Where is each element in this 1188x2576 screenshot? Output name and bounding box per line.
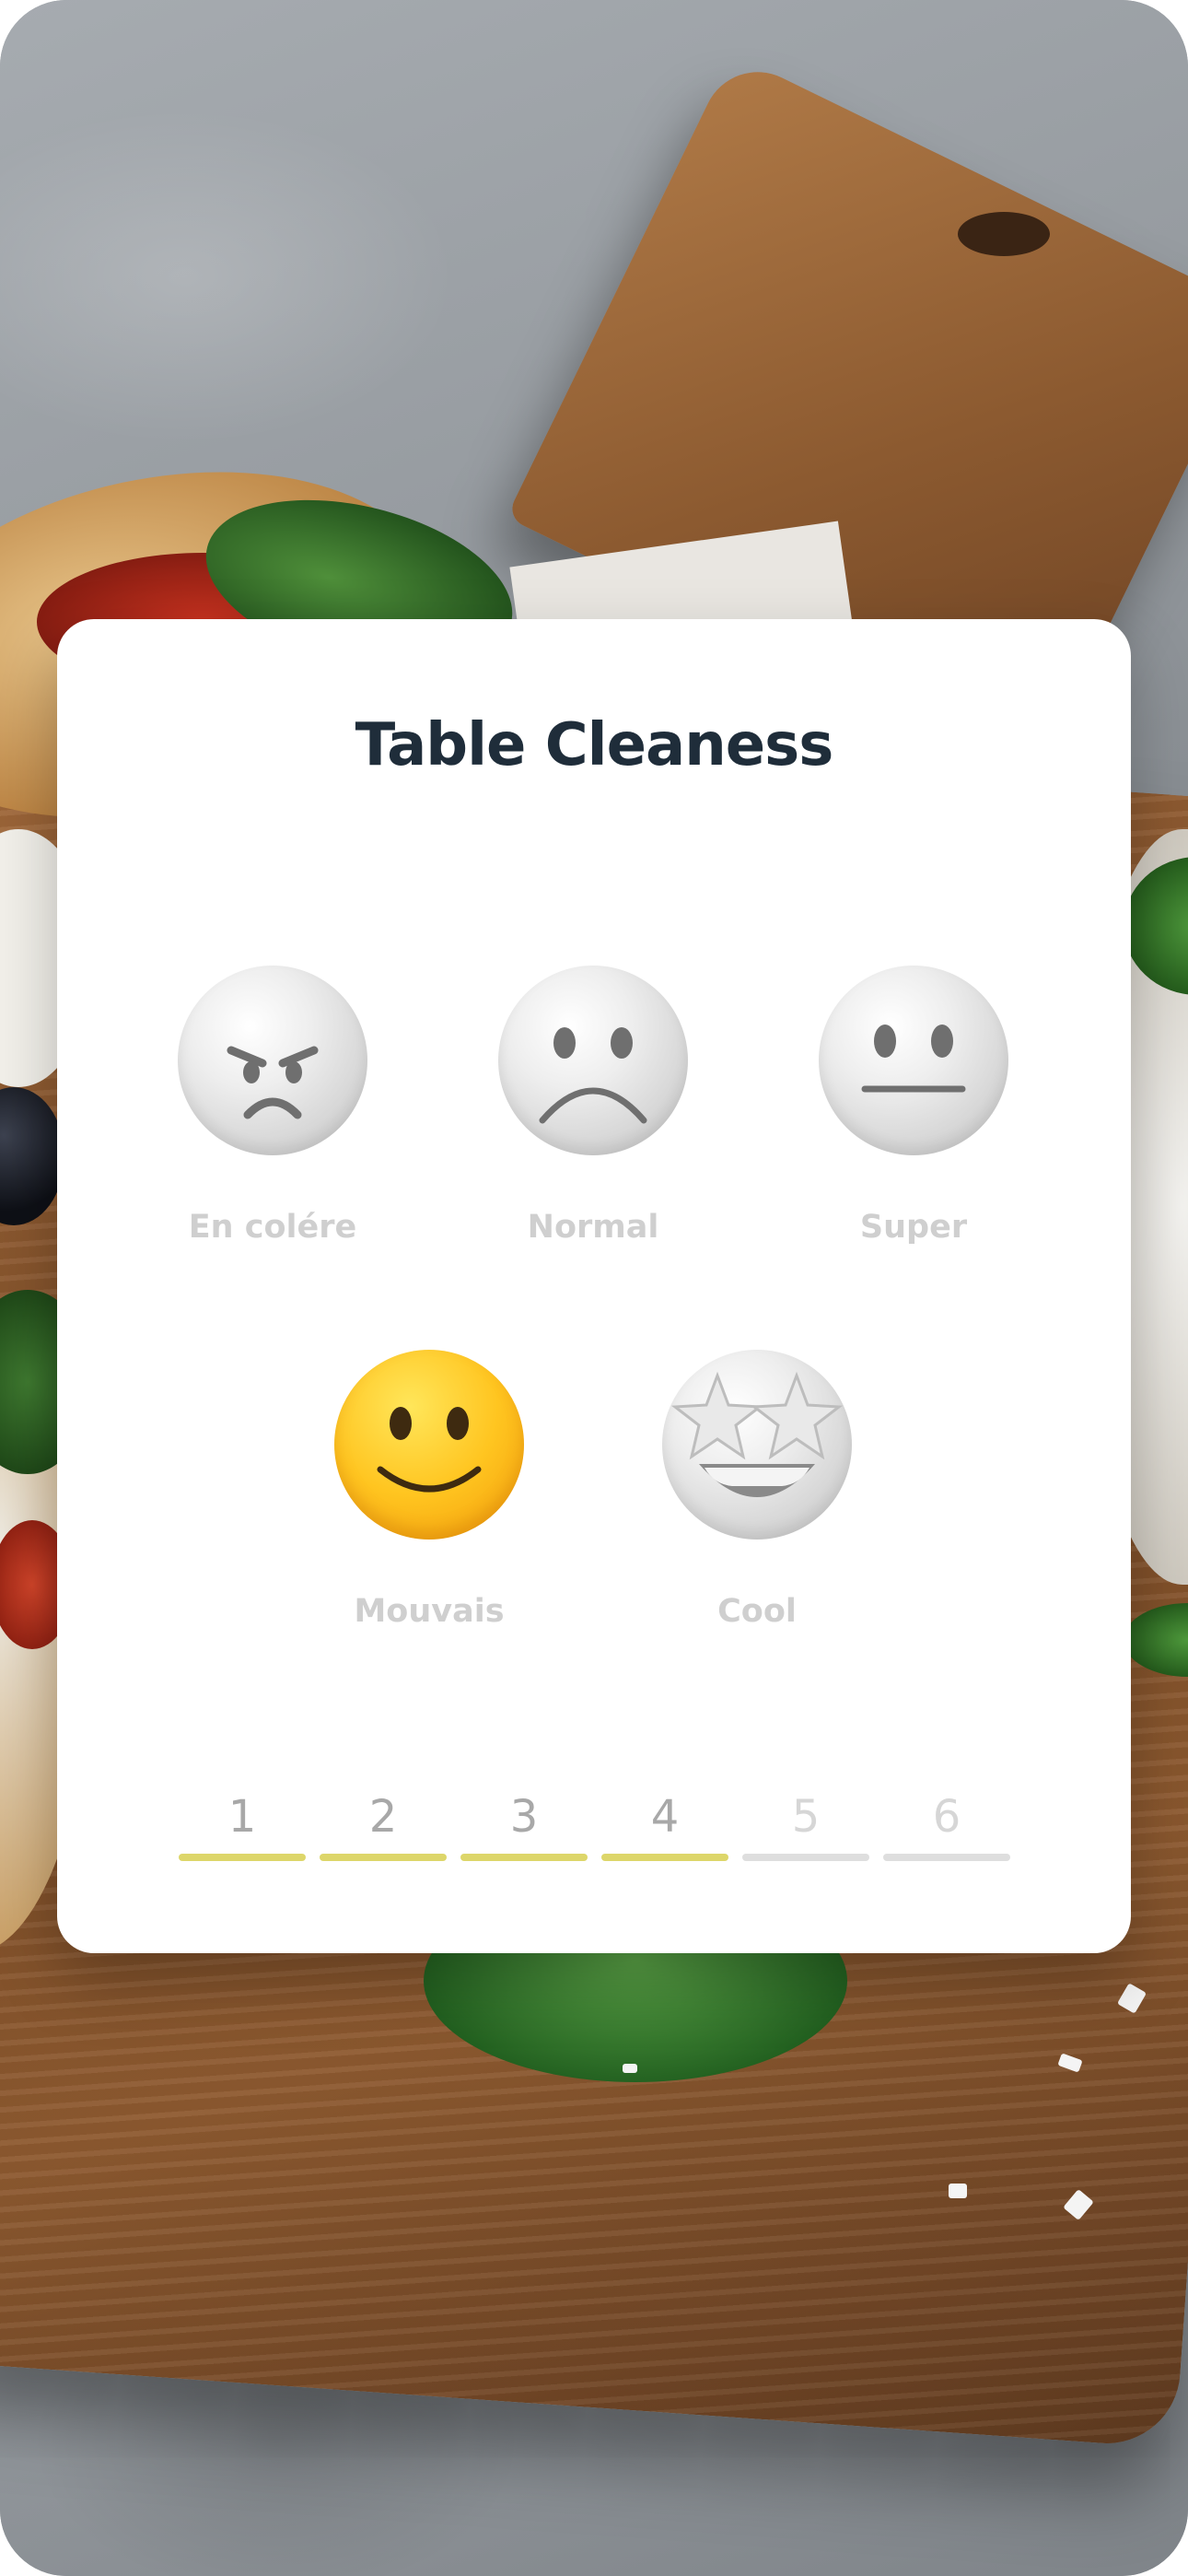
screen: Table Cleaness En colére Normal Super Mo… xyxy=(0,0,1188,2576)
step-number: 3 xyxy=(509,1791,539,1843)
rating-option-label: Mouvais xyxy=(354,1593,505,1630)
frowning-face-icon xyxy=(498,966,688,1155)
progress-step-6: 6 xyxy=(883,1791,1010,1861)
rating-option-cool[interactable]: Cool xyxy=(610,1350,904,1663)
progress-steps: 1 2 3 4 5 6 xyxy=(179,1791,1010,1865)
salt-crystal xyxy=(949,2184,967,2198)
rating-option-label: En colére xyxy=(188,1209,357,1246)
progress-step-3: 3 xyxy=(460,1791,588,1861)
salt-crystal xyxy=(623,2064,637,2073)
step-number: 5 xyxy=(791,1791,821,1843)
step-number: 2 xyxy=(368,1791,398,1843)
rating-option-label: Cool xyxy=(717,1593,797,1630)
step-bar xyxy=(460,1854,588,1861)
angry-face-icon xyxy=(178,966,367,1155)
rating-option-label: Normal xyxy=(527,1209,659,1246)
progress-step-5: 5 xyxy=(742,1791,869,1861)
rating-option-super[interactable]: Super xyxy=(766,966,1061,1279)
step-bar xyxy=(742,1854,869,1861)
rating-card: Table Cleaness En colére Normal Super Mo… xyxy=(57,619,1131,1953)
card-title: Table Cleaness xyxy=(355,711,834,779)
neutral-face-icon xyxy=(819,966,1008,1155)
star-struck-face-icon xyxy=(662,1350,852,1540)
rating-option-angry[interactable]: En colére xyxy=(125,966,420,1279)
step-bar xyxy=(320,1854,447,1861)
step-number: 6 xyxy=(932,1791,961,1843)
step-bar xyxy=(883,1854,1010,1861)
cutting-board-hole xyxy=(958,212,1050,256)
rating-option-label: Super xyxy=(859,1209,968,1246)
progress-step-1: 1 xyxy=(179,1791,306,1861)
rating-option-normal[interactable]: Normal xyxy=(446,966,740,1279)
progress-step-2: 2 xyxy=(320,1791,447,1861)
step-bar xyxy=(601,1854,728,1861)
step-bar xyxy=(179,1854,306,1861)
step-number: 1 xyxy=(227,1791,257,1843)
rating-option-mouvais[interactable]: Mouvais xyxy=(282,1350,577,1663)
progress-step-4: 4 xyxy=(601,1791,728,1861)
slightly-smiling-face-icon xyxy=(334,1350,524,1540)
step-number: 4 xyxy=(650,1791,680,1843)
